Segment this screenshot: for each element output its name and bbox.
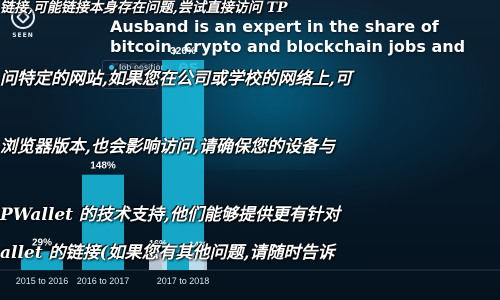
x-tick-1: 2015 to 2016 bbox=[16, 276, 69, 286]
overlay-text-line-4: PWallet 的技术支持,他们能够提供更有针对 bbox=[0, 205, 340, 225]
overlay-text-line-1: 链接,可能链接本身存在问题,尝试直接访问 TP bbox=[0, 0, 288, 16]
overlay-text-line-5: allet 的链接(如果您有其他问题,请随时告诉 bbox=[0, 243, 335, 263]
x-tick-2: 2016 to 2017 bbox=[77, 276, 130, 286]
x-tick-3: 2017 to 2018 bbox=[157, 276, 210, 286]
overlay-text-line-3: 浏览器版本,也会影响访问,请确保您的设备与 bbox=[0, 137, 335, 157]
overlay-text-line-2: 问特定的网站,如果您在公司或学校的网络上,可 bbox=[0, 69, 352, 89]
bar-3 bbox=[162, 60, 204, 270]
bar-label-3: 326% bbox=[170, 46, 196, 57]
bar-label-2: 148% bbox=[90, 161, 116, 172]
